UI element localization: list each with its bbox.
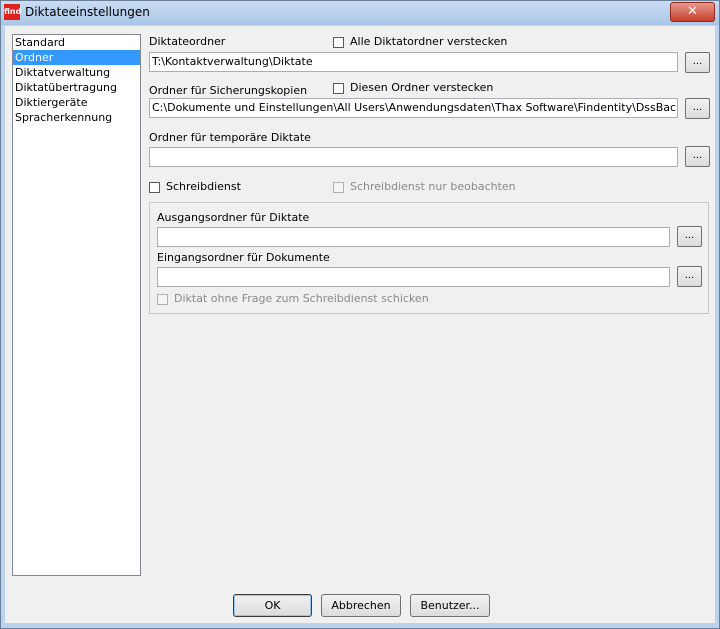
cancel-button[interactable]: Abbrechen [321,594,401,617]
hide-all-folders-label: Alle Diktatordner verstecken [350,35,508,48]
checkbox-box[interactable] [149,181,160,193]
list-item-standard[interactable]: Standard [13,35,140,50]
checkbox-box[interactable] [333,36,344,48]
inbox-input[interactable] [157,267,670,287]
checkbox-box[interactable] [333,82,344,94]
dictation-folder-browse-button[interactable]: ... [685,52,710,73]
title-bar: find Diktateeinstellungen ✕ [1,1,719,25]
user-button[interactable]: Benutzer... [410,594,490,617]
outbox-input[interactable] [157,227,670,247]
hide-all-folders-checkbox[interactable]: Alle Diktatordner verstecken [333,35,507,49]
backup-folder-input[interactable]: C:\Dokumente und Einstellungen\All Users… [149,98,678,118]
list-item-ordner[interactable]: Ordner [13,50,140,65]
ok-button[interactable]: OK [233,594,312,617]
list-item-diktiergeraete[interactable]: Diktiergeräte [13,95,140,110]
temp-folder-input[interactable] [149,147,678,167]
dictation-folder-input[interactable]: T:\Kontaktverwaltung\Diktate [149,52,678,72]
list-item-spracherkennung[interactable]: Spracherkennung [13,110,140,125]
backup-folder-browse-button[interactable]: ... [685,98,710,119]
close-icon: ✕ [687,4,698,19]
hide-backup-folder-checkbox[interactable]: Diesen Ordner verstecken [333,81,493,95]
temp-folder-browse-button[interactable]: ... [685,146,710,167]
temp-folder-label: Ordner für temporäre Diktate [149,131,311,144]
dialog-window: find Diktateeinstellungen ✕ Standard Ord… [0,0,720,629]
inbox-label: Eingangsordner für Dokumente [157,251,330,264]
hide-backup-folder-label: Diesen Ordner verstecken [350,81,494,94]
dictation-folder-label: Diktateordner [149,35,226,48]
backup-folder-label: Ordner für Sicherungskopien [149,84,308,97]
checkbox-box[interactable] [333,181,344,193]
typing-service-checkbox[interactable]: Schreibdienst [149,180,241,194]
typing-service-label: Schreibdienst [166,180,241,193]
category-list[interactable]: Standard Ordner Diktatverwaltung Diktatü… [12,34,141,576]
list-item-diktatverwaltung[interactable]: Diktatverwaltung [13,65,140,80]
observe-only-label: Schreibdienst nur beobachten [350,180,516,193]
app-icon: find [4,4,21,20]
typing-service-group: Ausgangsordner für Diktate ... Eingangso… [149,202,709,314]
outbox-browse-button[interactable]: ... [677,226,702,247]
observe-only-checkbox[interactable]: Schreibdienst nur beobachten [333,180,516,194]
checkbox-box[interactable] [157,293,168,305]
close-button[interactable]: ✕ [670,2,715,22]
send-without-asking-label: Diktat ohne Frage zum Schreibdienst schi… [174,292,429,305]
list-item-diktatuebertragung[interactable]: Diktatübertragung [13,80,140,95]
send-without-asking-checkbox[interactable]: Diktat ohne Frage zum Schreibdienst schi… [157,292,429,306]
outbox-label: Ausgangsordner für Diktate [157,211,310,224]
inbox-browse-button[interactable]: ... [677,266,702,287]
window-title: Diktateeinstellungen [25,5,150,19]
dialog-content: Standard Ordner Diktatverwaltung Diktatü… [5,26,715,623]
